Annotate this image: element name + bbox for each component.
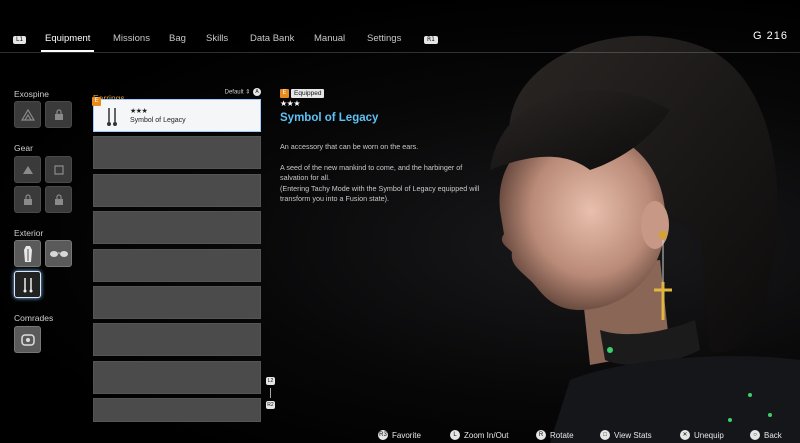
sort-control[interactable]: Default ⇕ A <box>225 88 261 96</box>
tab-missions[interactable]: Missions <box>113 26 150 52</box>
character-portrait <box>490 35 800 443</box>
prompt-favorite[interactable]: R3 Favorite <box>378 430 421 440</box>
left-stick-icon: L <box>450 430 460 440</box>
exospine-slot-1[interactable] <box>14 101 41 128</box>
gear-slot-4[interactable] <box>45 186 72 213</box>
list-item-empty[interactable] <box>93 398 261 422</box>
exterior-slot-suit[interactable] <box>14 240 41 267</box>
suit-icon <box>23 245 32 262</box>
list-item-symbol-of-legacy[interactable]: E ★★★ Symbol of Legacy <box>92 97 261 132</box>
exterior-slot-glasses[interactable] <box>45 240 72 267</box>
detail-description-2: A seed of the new mankind to come, and t… <box>280 163 463 182</box>
sort-label: Default <box>224 89 244 96</box>
equipped-status: E Equipped <box>280 89 325 98</box>
exospine-slot-2[interactable] <box>45 101 72 128</box>
prompt-zoom[interactable]: L Zoom In/Out <box>450 430 508 440</box>
category-gear-label: Gear <box>14 143 33 153</box>
list-item-empty[interactable] <box>93 174 261 207</box>
prompt-back[interactable]: ○ Back <box>750 430 782 440</box>
equipped-badge: E <box>92 97 101 106</box>
r3-icon: R3 <box>378 430 388 440</box>
list-header: Earrings Default ⇕ A <box>93 88 261 103</box>
tab-data-bank[interactable]: Data Bank <box>250 26 294 52</box>
exterior-slot-earrings[interactable] <box>14 271 41 298</box>
category-comrades-label: Comrades <box>14 313 54 323</box>
prompt-label: Unequip <box>694 430 724 440</box>
l1-button-hint: L1 <box>13 36 27 44</box>
scrollbar[interactable] <box>270 388 271 398</box>
exospine-icon <box>20 108 35 121</box>
scroll-down-hint[interactable]: R2 <box>266 401 275 409</box>
tab-manual[interactable]: Manual <box>314 26 345 52</box>
gear-icon <box>53 164 64 175</box>
earring-icon <box>107 108 117 126</box>
list-item-empty[interactable] <box>93 136 261 169</box>
gear-slot-1[interactable] <box>14 156 41 183</box>
prompt-label: Back <box>764 430 782 440</box>
detail-description-1: An accessory that can be worn on the ear… <box>280 142 419 151</box>
prompt-rotate[interactable]: R Rotate <box>536 430 574 440</box>
tab-bag[interactable]: Bag <box>169 26 186 52</box>
scroll-up-hint[interactable]: L2 <box>266 377 275 385</box>
top-navigation: L1 Equipment Missions Bag Skills Data Ba… <box>0 26 800 52</box>
prompt-view-stats[interactable]: □ View Stats <box>600 430 652 440</box>
cross-button-icon: ✕ <box>680 430 690 440</box>
square-button-icon: □ <box>600 430 610 440</box>
item-rarity-stars: ★★★ <box>130 108 148 115</box>
glasses-icon <box>49 250 68 257</box>
r1-button-hint: R1 <box>424 36 438 44</box>
prompt-unequip[interactable]: ✕ Unequip <box>680 430 724 440</box>
drone-icon <box>20 333 35 346</box>
detail-description-3: (Entering Tachy Mode with the Symbol of … <box>280 184 480 203</box>
category-exterior-label: Exterior <box>14 228 44 238</box>
gear-icon <box>22 165 33 174</box>
right-stick-icon: R <box>536 430 546 440</box>
prompt-label: Favorite <box>392 430 421 440</box>
earring-icon <box>23 277 32 292</box>
tab-skills[interactable]: Skills <box>206 26 228 52</box>
list-item-empty[interactable] <box>93 249 261 282</box>
list-item-empty[interactable] <box>93 361 261 394</box>
item-name: Symbol of Legacy <box>130 117 186 124</box>
list-item-empty[interactable] <box>93 323 261 356</box>
list-item-empty[interactable] <box>93 211 261 244</box>
comrades-slot[interactable] <box>14 326 41 353</box>
currency-counter: G 216 <box>753 30 788 42</box>
equipped-badge: E <box>280 89 289 98</box>
prompt-label: View Stats <box>614 430 652 440</box>
prompt-label: Rotate <box>550 430 574 440</box>
prompt-label: Zoom In/Out <box>464 430 509 440</box>
tab-equipment[interactable]: Equipment <box>40 26 95 52</box>
list-item-empty[interactable] <box>93 286 261 319</box>
circle-button-icon: ○ <box>750 430 760 440</box>
sort-button-icon: A <box>253 88 261 96</box>
tab-settings[interactable]: Settings <box>367 26 401 52</box>
detail-rarity-stars: ★★★ <box>280 99 301 108</box>
gear-slot-2[interactable] <box>45 156 72 183</box>
nav-divider <box>0 52 800 53</box>
equipped-label: Equipped <box>291 89 325 98</box>
lock-icon <box>54 193 63 205</box>
lock-icon <box>54 108 63 120</box>
detail-title: Symbol of Legacy <box>280 112 379 124</box>
category-exospine-label: Exospine <box>14 89 49 99</box>
lock-icon <box>23 193 32 205</box>
gear-slot-3[interactable] <box>14 186 41 213</box>
